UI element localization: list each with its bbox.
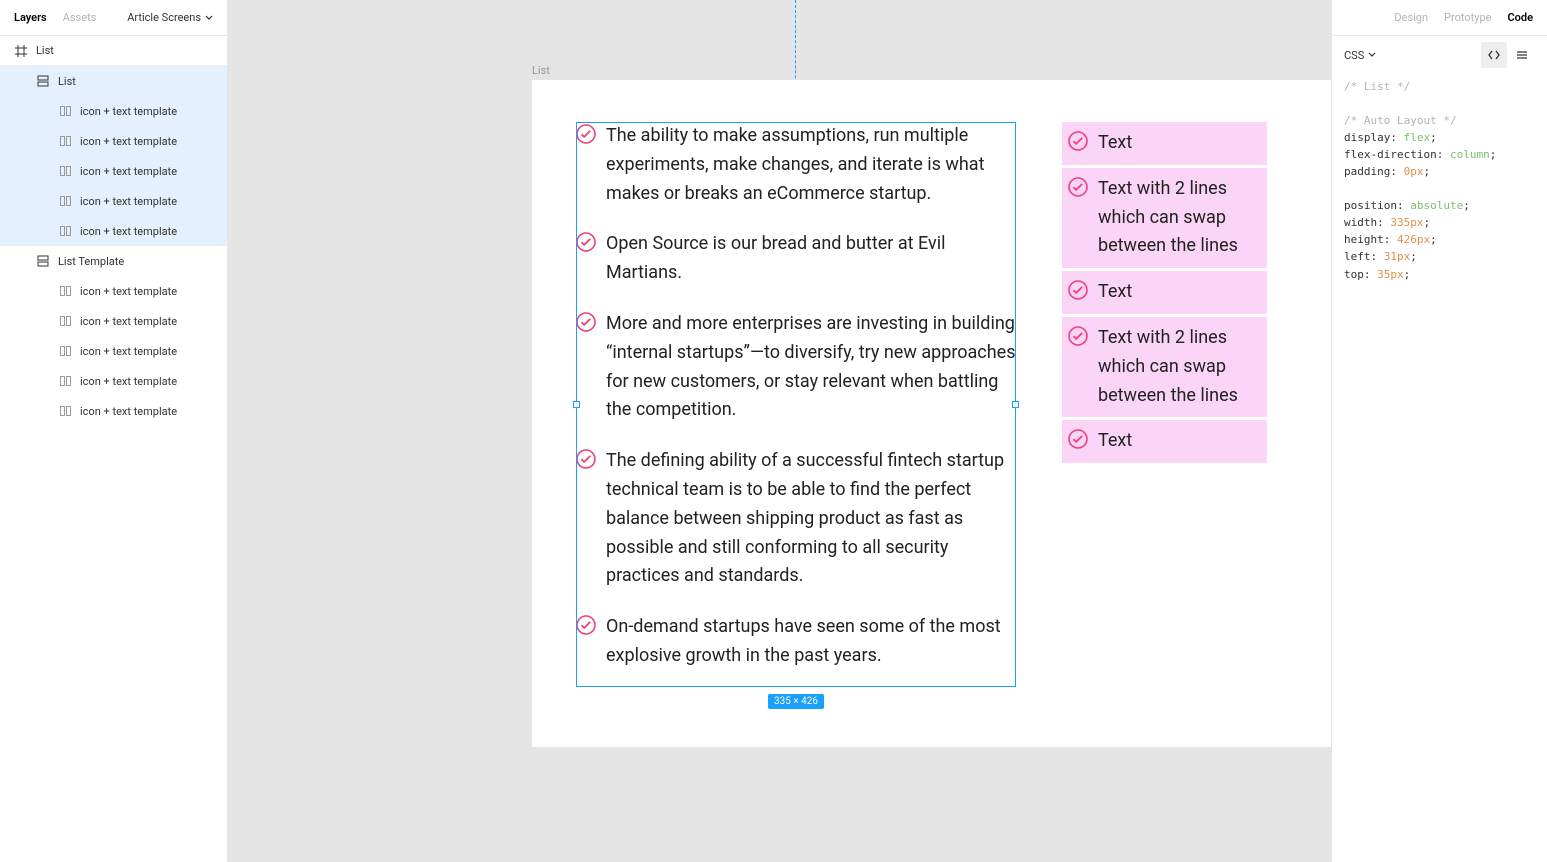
layer-label: icon + text template [80,165,177,178]
auto-layout-list-icon [36,74,50,88]
list-item-text: Text [1098,278,1132,307]
table-view-icon[interactable] [1509,42,1535,68]
layer-row[interactable]: List Template [0,246,227,276]
list-item[interactable]: Text [1062,271,1267,314]
layer-label: List [58,75,76,88]
layer-row[interactable]: icon + text template [0,366,227,396]
layer-row[interactable]: List [0,66,227,96]
check-circle-icon [1068,131,1088,151]
code-view-icon[interactable] [1481,42,1507,68]
code-language-dropdown[interactable]: CSS [1344,49,1376,62]
layer-label: icon + text template [80,375,177,388]
layer-row[interactable]: icon + text template [0,216,227,246]
list-item[interactable]: Text [1062,420,1267,463]
code-header: CSS [1332,36,1547,74]
component-instance-icon [58,224,72,238]
layer-label: icon + text template [80,105,177,118]
page-dropdown[interactable]: Article Screens [127,11,213,24]
frame-label[interactable]: List [532,64,550,77]
list-item[interactable]: Text with 2 lines which can swap between… [1062,317,1267,417]
layer-row[interactable]: icon + text template [0,276,227,306]
frame-icon [14,44,28,58]
list-item[interactable]: Text with 2 lines which can swap between… [1062,168,1267,268]
component-instance-icon [58,284,72,298]
layer-label: List [36,44,54,57]
chevron-down-icon [205,14,213,22]
layer-label: List Template [58,255,124,268]
list-item[interactable]: Text [1062,122,1267,165]
layer-row[interactable]: icon + text template [0,126,227,156]
code-body[interactable]: /* List */ /* Auto Layout */display: fle… [1332,74,1547,287]
right-tabs: Design Prototype Code [1332,0,1547,36]
layer-label: icon + text template [80,195,177,208]
list-item-text: Text with 2 lines which can swap between… [1098,324,1261,410]
component-instance-icon [58,374,72,388]
layer-label: icon + text template [80,135,177,148]
selection-box[interactable] [576,122,1016,687]
layer-row[interactable]: icon + text template [0,96,227,126]
component-instance-icon [58,104,72,118]
auto-layout-list-icon [36,254,50,268]
layer-row[interactable]: icon + text template [0,336,227,366]
chevron-down-icon [1368,51,1376,59]
canvas[interactable]: List The ability to make assumptions, ru… [228,0,1331,862]
left-panel: Layers Assets Article Screens List List i… [0,0,228,862]
component-instance-icon [58,194,72,208]
page-dropdown-label: Article Screens [127,11,201,24]
list-template[interactable]: Text Text with 2 lines which can swap bet… [1062,122,1267,463]
code-language-label: CSS [1344,49,1364,62]
check-circle-icon [1068,326,1088,346]
selection-size-badge: 335 × 426 [768,694,824,709]
component-instance-icon [58,314,72,328]
component-instance-icon [58,134,72,148]
tab-design[interactable]: Design [1394,11,1428,24]
tab-code[interactable]: Code [1507,11,1533,24]
list-item-text: Text [1098,129,1132,158]
layer-row[interactable]: icon + text template [0,396,227,426]
layer-row[interactable]: icon + text template [0,186,227,216]
layer-label: icon + text template [80,225,177,238]
tab-assets[interactable]: Assets [63,11,97,24]
component-instance-icon [58,404,72,418]
layer-label: icon + text template [80,405,177,418]
left-tabs: Layers Assets Article Screens [0,0,227,36]
selection-handle-right[interactable] [1012,401,1019,408]
component-instance-icon [58,344,72,358]
layer-label: icon + text template [80,345,177,358]
component-instance-icon [58,164,72,178]
list-item-text: Text [1098,427,1132,456]
list-item-text: Text with 2 lines which can swap between… [1098,175,1261,261]
right-panel: Design Prototype Code CSS /* List */ /* … [1331,0,1547,862]
tab-prototype[interactable]: Prototype [1444,11,1491,24]
layer-label: icon + text template [80,315,177,328]
layer-root-frame[interactable]: List [0,36,227,66]
check-circle-icon [1068,429,1088,449]
selection-handle-left[interactable] [573,401,580,408]
tab-layers[interactable]: Layers [14,11,47,24]
layer-row[interactable]: icon + text template [0,306,227,336]
layer-label: icon + text template [80,285,177,298]
layer-row[interactable]: icon + text template [0,156,227,186]
check-circle-icon [1068,177,1088,197]
check-circle-icon [1068,280,1088,300]
